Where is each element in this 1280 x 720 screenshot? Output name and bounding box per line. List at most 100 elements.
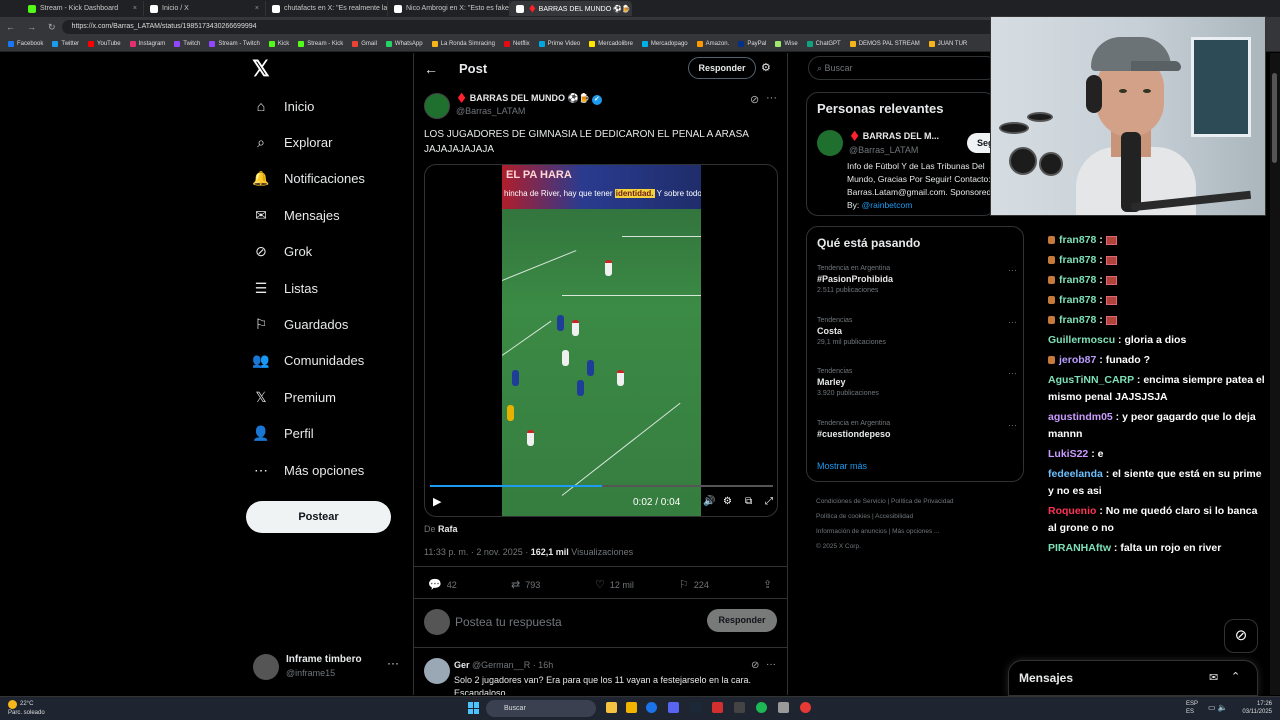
- chat-username[interactable]: fran878: [1059, 314, 1096, 326]
- browser-tab[interactable]: chutafacts en X: "Es realmente la ...×: [266, 1, 388, 16]
- browser-tab[interactable]: Nico Ambrogi en X: "Esto es fake×: [388, 1, 510, 16]
- reply-button-top[interactable]: Responder: [688, 57, 756, 79]
- chat-username[interactable]: fran878: [1059, 234, 1096, 246]
- network-volume-icons[interactable]: ▭ 🔈: [1208, 703, 1228, 712]
- bookmark-item[interactable]: Instagram: [129, 41, 165, 47]
- more-icon[interactable]: ···: [1008, 265, 1017, 275]
- chat-username[interactable]: fedeelanda: [1048, 468, 1103, 480]
- bio-link[interactable]: @rainbetcom: [862, 200, 913, 210]
- browser-tab[interactable]: ♦️ BARRAS DEL MUNDO ⚽🍺×: [510, 1, 632, 16]
- footer-link[interactable]: Política de Privacidad: [891, 498, 954, 505]
- volume-icon[interactable]: 🔊: [703, 496, 715, 507]
- grok-icon[interactable]: ⊘: [750, 93, 759, 106]
- nav-item-grok[interactable]: ⊘ Grok: [252, 240, 312, 264]
- reply-stat[interactable]: 💬 42: [428, 578, 457, 591]
- nav-item-perfil[interactable]: 👤 Perfil: [252, 422, 313, 446]
- post-timestamp[interactable]: 11:33 p. m. · 2 nov. 2025 ·: [424, 547, 531, 557]
- relevant-name[interactable]: ♦️ BARRAS DEL M...: [849, 131, 939, 142]
- chat-username[interactable]: AgusTiNN_CARP: [1048, 374, 1134, 386]
- author-handle[interactable]: @Barras_LATAM: [456, 106, 525, 116]
- reply-submit-button[interactable]: Responder: [707, 609, 777, 632]
- chat-username[interactable]: jerob87: [1059, 354, 1096, 366]
- search-input[interactable]: ⌕ Buscar: [808, 56, 998, 80]
- bookmark-item[interactable]: Wise: [775, 41, 798, 47]
- more-icon[interactable]: ···: [1008, 420, 1017, 430]
- expand-chevron-icon[interactable]: ⌃: [1231, 670, 1240, 683]
- chat-username[interactable]: fran878: [1059, 294, 1096, 306]
- footer-link[interactable]: Más opciones ...: [892, 528, 939, 535]
- app-icon[interactable]: [712, 702, 723, 713]
- chat-username[interactable]: agustindm05: [1048, 411, 1113, 423]
- nav-item-inicio[interactable]: ⌂ Inicio: [252, 94, 315, 118]
- more-icon[interactable]: ···: [1008, 368, 1017, 378]
- discord-icon[interactable]: [668, 702, 679, 713]
- more-icon[interactable]: ···: [387, 656, 399, 670]
- reply-avatar[interactable]: [424, 658, 450, 684]
- video-progress-bar[interactable]: [430, 485, 773, 487]
- bookmark-item[interactable]: DEMOS PAL STREAM: [849, 41, 920, 47]
- bookmark-item[interactable]: La Ronda Simracing: [431, 41, 495, 47]
- file-explorer-icon[interactable]: [606, 702, 617, 713]
- sliders-icon[interactable]: ⚙: [761, 61, 771, 74]
- app-icon[interactable]: [778, 702, 789, 713]
- video-frame[interactable]: EL PA HARA hincha de River, hay que tene…: [502, 165, 701, 516]
- footer-link[interactable]: © 2025 X Corp.: [816, 543, 861, 550]
- browser-tab[interactable]: Stream - Kick Dashboard ×: [22, 1, 144, 16]
- play-icon[interactable]: ▶: [433, 495, 441, 508]
- page-scrollbar[interactable]: [1270, 53, 1280, 695]
- reply-input[interactable]: Postea tu respuesta: [455, 615, 562, 629]
- more-icon[interactable]: ···: [1008, 317, 1017, 327]
- back-arrow-icon[interactable]: ←: [6, 22, 15, 32]
- grok-fab-icon[interactable]: ⊘: [1224, 619, 1258, 653]
- close-icon[interactable]: ×: [255, 5, 259, 12]
- taskbar-search[interactable]: Buscar: [486, 700, 596, 717]
- reload-icon[interactable]: ↻: [48, 22, 56, 33]
- bookmark-item[interactable]: Kick: [268, 41, 289, 47]
- bookmark-item[interactable]: Netflix: [503, 41, 530, 47]
- post-button[interactable]: Postear: [246, 501, 391, 533]
- close-icon[interactable]: ×: [133, 5, 137, 12]
- app-icon[interactable]: [734, 702, 745, 713]
- bookmark-item[interactable]: Stream - Kick: [298, 41, 343, 47]
- author-avatar[interactable]: [424, 93, 450, 119]
- nav-item-explorar[interactable]: ⌕ Explorar: [252, 130, 332, 154]
- bookmark-item[interactable]: JUAN TUR: [928, 41, 967, 47]
- nav-item-comunidades[interactable]: 👥 Comunidades: [252, 349, 364, 373]
- chat-username[interactable]: LukiS22: [1048, 448, 1088, 460]
- bookmark-item[interactable]: Mercadopago: [641, 41, 688, 47]
- bookmark-item[interactable]: Gmail: [352, 41, 377, 47]
- chat-username[interactable]: PIRANHAftw: [1048, 542, 1111, 554]
- like-stat[interactable]: ♡ 12 mil: [595, 578, 634, 591]
- nav-item-más-opciones[interactable]: ⋯ Más opciones: [252, 458, 364, 482]
- more-icon[interactable]: ···: [766, 92, 777, 104]
- bookmark-item[interactable]: Mercadolibre: [589, 41, 633, 47]
- bookmark-item[interactable]: PayPal: [738, 41, 766, 47]
- repost-stat[interactable]: ⇄ 793: [511, 578, 540, 591]
- footer-link[interactable]: Condiciones de Servicio: [816, 498, 886, 505]
- bookmark-item[interactable]: Prime Video: [538, 41, 580, 47]
- trend-item[interactable]: Tendencia en Argentina #cuestiondepeso ···: [817, 420, 1017, 439]
- back-arrow-icon[interactable]: ←: [424, 61, 438, 77]
- bookmark-item[interactable]: WhatsApp: [385, 41, 423, 47]
- fullscreen-icon[interactable]: ⤢: [765, 496, 773, 507]
- bookmark-item[interactable]: Twitter: [52, 41, 79, 47]
- chat-username[interactable]: fran878: [1059, 274, 1096, 286]
- attribution-name[interactable]: Rafa: [438, 524, 458, 534]
- bookmark-item[interactable]: Stream - Twitch: [209, 41, 260, 47]
- spotify-icon[interactable]: [756, 702, 767, 713]
- video-player[interactable]: EL PA HARA hincha de River, hay que tene…: [424, 164, 778, 517]
- footer-link[interactable]: Accesibilidad: [875, 513, 913, 520]
- more-icon[interactable]: ···: [766, 659, 776, 670]
- picture-in-picture-icon[interactable]: ⧉: [745, 496, 752, 507]
- windows-start-icon[interactable]: [468, 702, 480, 714]
- folder-icon[interactable]: [626, 702, 637, 713]
- x-logo-icon[interactable]: 𝕏: [252, 58, 274, 80]
- bookmark-item[interactable]: Facebook: [8, 41, 43, 47]
- nav-item-guardados[interactable]: ⚐ Guardados: [252, 312, 349, 336]
- nav-item-premium[interactable]: 𝕏 Premium: [252, 385, 336, 409]
- grok-icon[interactable]: ⊘: [751, 660, 759, 671]
- system-clock[interactable]: 17:26 03/11/2025: [1236, 700, 1272, 716]
- chat-username[interactable]: Roquenio: [1048, 505, 1096, 517]
- browser-tab[interactable]: Inicio / X ×: [144, 1, 266, 16]
- weather-widget[interactable]: 22°C Parc. soleado: [8, 700, 45, 717]
